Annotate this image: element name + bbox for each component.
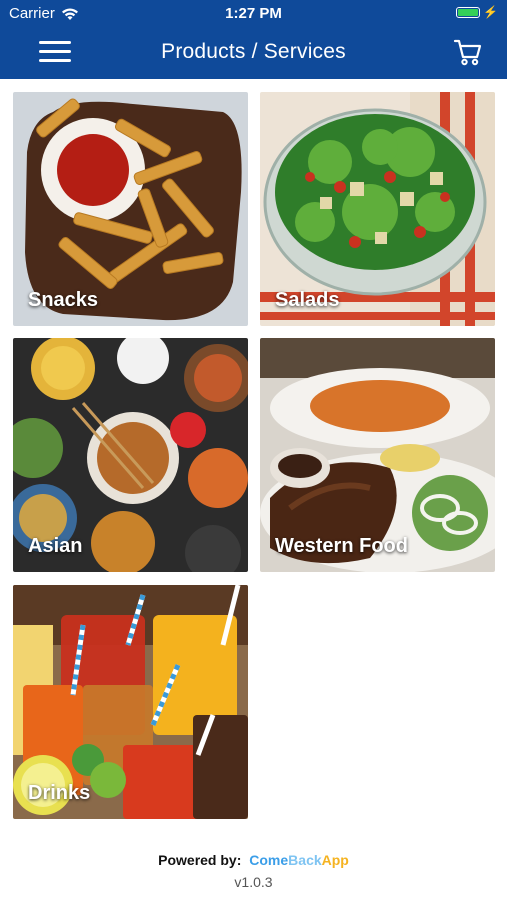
powered-by-line: Powered by: ComeBackApp [0, 852, 507, 868]
app-screen: Carrier 1:27 PM ⚡ Products / Services Sn… [0, 0, 507, 900]
category-label: Western Food [275, 535, 408, 557]
category-tile-snacks[interactable]: Snacks [13, 92, 248, 326]
category-label: Snacks [28, 289, 99, 311]
status-time: 1:27 PM [225, 5, 282, 22]
category-tile-salads[interactable]: Salads [260, 92, 495, 326]
category-tile-drinks[interactable]: Drinks [13, 585, 248, 819]
powered-by-label: Powered by: [158, 852, 242, 868]
navigation-bar: Products / Services [0, 26, 507, 79]
cart-icon[interactable] [453, 38, 483, 66]
category-tile-asian[interactable]: Asian [13, 338, 248, 572]
category-tile-western-food[interactable]: Western Food [260, 338, 495, 572]
footer: Powered by: ComeBackApp v1.0.3 [0, 852, 507, 890]
charging-bolt-icon: ⚡ [483, 5, 498, 19]
category-label: Drinks [28, 782, 91, 804]
brand-logo-text[interactable]: ComeBackApp [249, 852, 349, 868]
battery-icon [456, 6, 481, 18]
top-bar: Carrier 1:27 PM ⚡ Products / Services [0, 0, 507, 79]
page-title: Products / Services [161, 40, 346, 63]
status-bar: Carrier 1:27 PM ⚡ [0, 0, 507, 26]
battery-indicator: ⚡ [456, 6, 498, 18]
category-label: Salads [275, 289, 340, 311]
app-version: v1.0.3 [234, 874, 273, 890]
category-label: Asian [28, 535, 83, 557]
